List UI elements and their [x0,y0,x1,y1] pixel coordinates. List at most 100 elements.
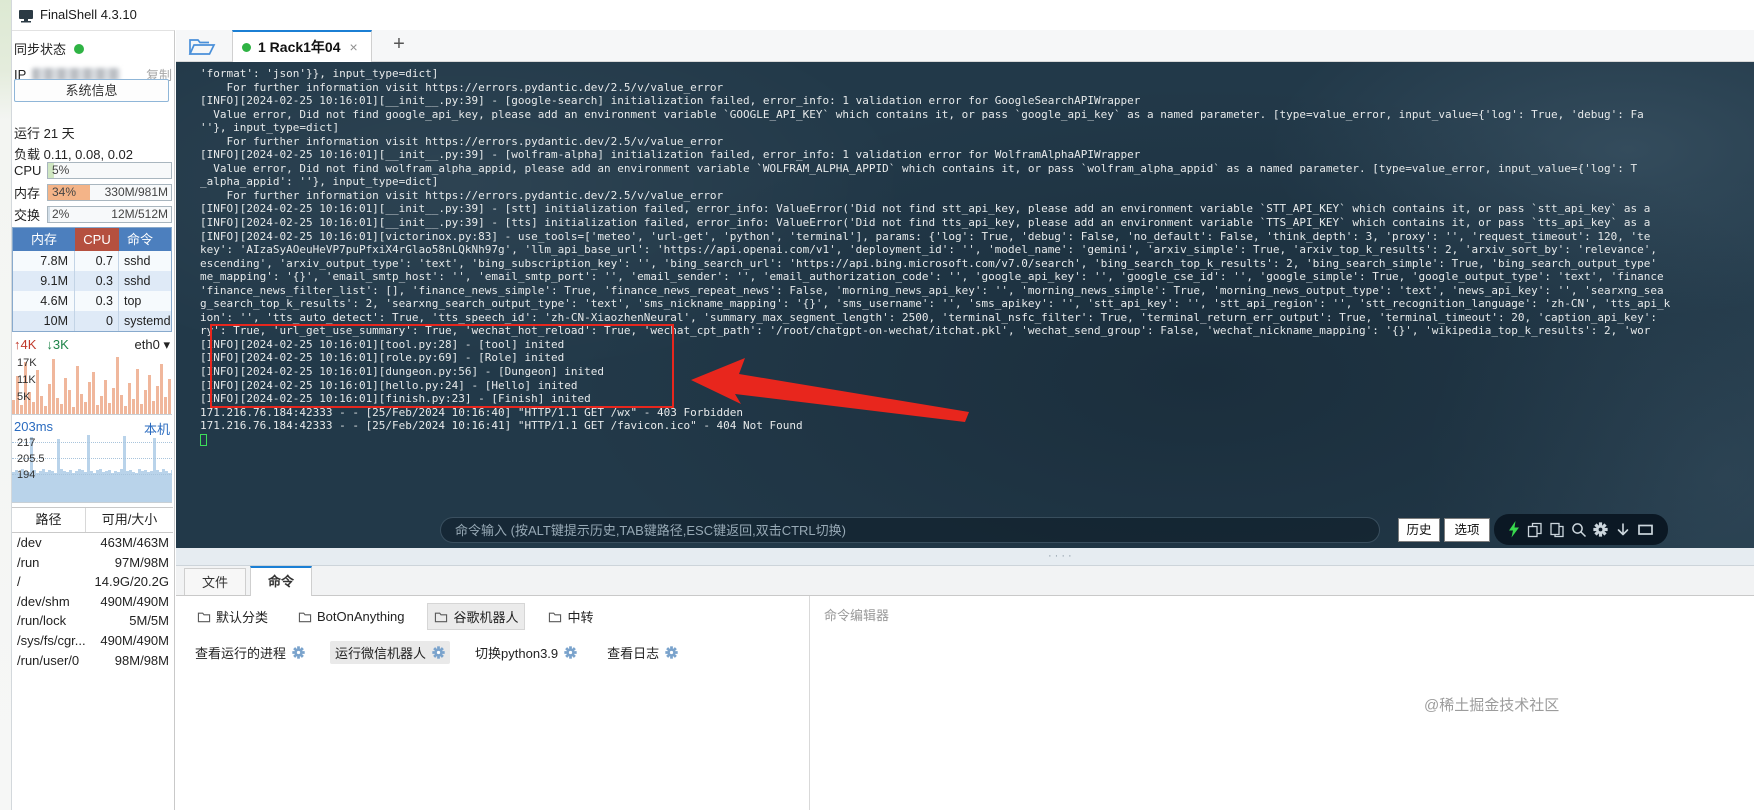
disk-row: / 14.9G/20.2G [12,572,173,592]
command-item[interactable]: 查看日志 [602,641,683,664]
upload-rate: ↑4K [14,337,37,352]
terminal-cursor [200,434,207,446]
title-bar: FinalShell 4.3.10 [0,0,1754,30]
command-folder-tabs: 默认分类 BotOnAnything 谷歌机器人 中转 [176,596,809,630]
folder-tab[interactable]: 中转 [541,603,600,630]
terminal-line: escending', 'arxiv_output_type': 'text',… [200,256,1657,270]
system-info-button[interactable]: 系统信息 [14,79,169,102]
folder-icon [197,612,211,622]
network-bar [20,405,23,414]
network-bar [152,401,155,414]
axis-tick-label: 5K [17,391,31,403]
process-row: 9.1M 0.3 sshd [13,271,171,291]
terminal-area[interactable]: 'format': 'json'}}, input_type=dict] For… [176,62,1754,548]
gear-icon[interactable] [292,646,305,659]
folder-tab[interactable]: BotOnAnything [291,605,411,628]
disk-size: 490M/490M [100,593,169,609]
terminal-line: [INFO][2024-02-25 10:16:01][victorinox.p… [200,229,1651,243]
sync-status-label: 同步状态 [14,42,67,57]
history-button[interactable]: 历史 [1398,518,1440,542]
new-tab-button[interactable]: + [388,33,410,56]
network-bar [128,383,131,414]
network-bar [168,379,171,414]
process-table: 内存 CPU 命令 7.8M 0.7 sshd 9.1M 0.3 sshd 4.6M 0.3 top… [12,227,172,332]
disk-size: 97M/98M [114,554,169,570]
disk-size: 14.9G/20.2G [94,574,169,590]
tab-commands[interactable]: 命令 [250,566,312,596]
session-tab-bar: 1 Rack1年04 × + [176,30,1754,62]
network-stats-row: ↑4K ↓3K eth0 ▾ [14,337,170,353]
search-icon[interactable] [1571,522,1587,538]
swap-bar-fill [48,206,51,222]
command-input[interactable] [440,517,1380,543]
process-table-header: 内存 CPU 命令 [13,228,171,251]
folder-tab-label: BotOnAnything [317,609,405,624]
annotation-arrow [691,358,969,422]
network-bar [164,397,167,414]
network-bar [160,364,163,414]
command-item[interactable]: 切换python3.9 [470,641,582,664]
annotation-box [210,324,674,408]
download-icon[interactable] [1615,522,1631,538]
folder-tab[interactable]: 默认分类 [190,603,275,630]
panel-splitter[interactable]: ···· [176,548,1754,566]
copy-icon[interactable] [1527,522,1543,538]
network-bar [156,386,159,414]
disk-table: 路径 可用/大小 /dev 463M/463M/run 97M/98M / 14.9G/… [12,507,173,670]
terminal-line: g_search_top_k_results': 2, 'searxng_sea… [200,297,1671,311]
session-tab[interactable]: 1 Rack1年04 × [232,30,372,62]
folder-tab-label: 默认分类 [216,610,269,625]
folder-tab[interactable]: 谷歌机器人 [427,603,526,630]
network-bar [64,378,67,414]
chevron-down-icon: ▾ [163,337,170,352]
gear-icon[interactable] [564,646,577,659]
axis-tick-label: 11K [17,374,36,386]
disk-path: /dev/shm [17,593,70,609]
tab-files[interactable]: 文件 [184,568,246,595]
axis-tick-label: 205.5 [17,453,45,465]
gear-icon[interactable] [665,646,678,659]
options-button[interactable]: 选项 [1444,518,1490,542]
command-panel: 默认分类 BotOnAnything 谷歌机器人 中转 查看运行的进程 运行微信机器人 切… [176,596,809,810]
disk-path: /run/user/0 [17,652,80,668]
run-script-icon[interactable] [1508,521,1520,538]
splitter-handle[interactable]: ···· [1048,550,1075,562]
network-bar [52,359,55,414]
command-shortcuts: 查看运行的进程 运行微信机器人 切换python3.9 查看日志 [176,630,809,664]
terminal-line: For further information visit https://er… [200,80,724,94]
folder-icon [435,612,448,622]
process-row: 7.8M 0.7 sshd [13,251,171,271]
command-item[interactable]: 查看运行的进程 [190,641,310,664]
cpu-label: CPU [14,162,42,178]
window-mode-icon[interactable] [1637,522,1654,537]
process-header-cell: 命令 [119,228,171,251]
process-cell: 0 [75,311,119,331]
process-row: 4.6M 0.3 top [13,291,171,311]
settings-gear-icon[interactable] [1593,522,1608,537]
network-bar [40,396,43,414]
command-editor-panel[interactable]: 命令编辑器 [809,596,1754,810]
close-tab-icon[interactable]: × [350,39,358,55]
gear-icon[interactable] [432,646,445,659]
process-cell: top [124,294,142,308]
folder-icon [549,612,562,622]
cpu-bar: 5% [47,161,172,179]
finalshell-window: FinalShell 4.3.10 同步状态 IP 复制 系统信息 运行 21 … [0,0,1754,810]
command-item-label: 查看日志 [607,646,660,661]
network-bar [96,405,99,414]
network-bar [32,402,35,414]
process-cell: 7.8M [13,251,75,271]
terminal-line: Value error, Did not find google_api_key… [200,107,1644,121]
memory-percent: 34% [52,184,77,199]
terminal-line: [INFO][2024-02-25 10:16:01][__init__.py:… [200,216,1651,230]
network-bar [136,369,139,414]
network-bar [124,406,127,414]
swap-percent: 2% [52,206,70,221]
folder-icon [298,612,312,622]
paste-icon[interactable] [1549,522,1565,538]
network-bar [36,370,39,414]
open-folder-icon[interactable] [188,36,216,62]
command-item[interactable]: 运行微信机器人 [330,641,451,664]
app-icon [18,9,34,28]
interface-selector[interactable]: eth0 ▾ [135,337,170,353]
